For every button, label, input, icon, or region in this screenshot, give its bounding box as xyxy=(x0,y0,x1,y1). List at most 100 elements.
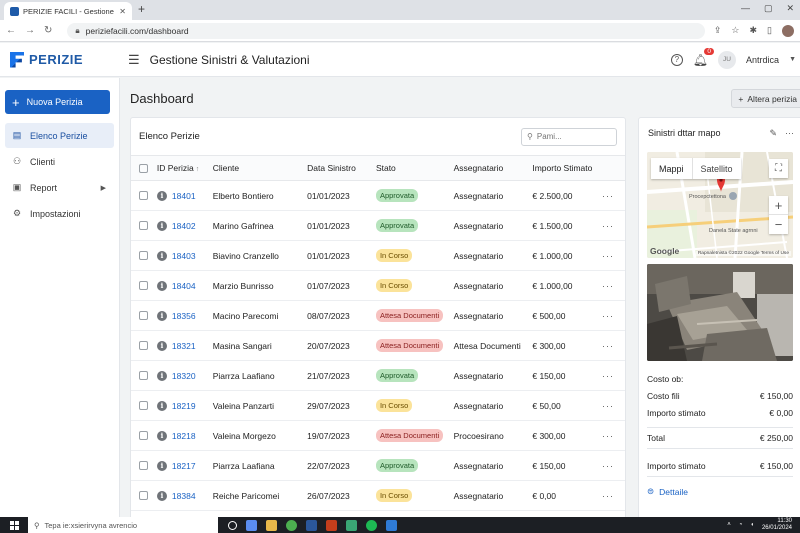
perizia-id-link[interactable]: 18217 xyxy=(172,461,196,471)
menu-icon[interactable]: ☰ xyxy=(128,52,140,68)
row-checkbox[interactable] xyxy=(139,431,148,440)
perizia-id-link[interactable]: 18403 xyxy=(172,251,196,261)
row-checkbox[interactable] xyxy=(139,371,148,380)
notifications-bell[interactable]: 🔔︎ 0 xyxy=(693,47,715,67)
row-more-icon[interactable]: ··· xyxy=(602,461,614,471)
map-tab-map[interactable]: Mappi xyxy=(651,158,692,179)
info-icon[interactable]: i xyxy=(156,280,167,291)
address-bar[interactable]: 🔒︎ periziefacili.com/dashboard xyxy=(67,22,705,39)
task-view-icon[interactable] xyxy=(246,519,257,531)
chevron-down-icon[interactable]: ▼ xyxy=(789,56,796,63)
zoom-in-button[interactable]: + xyxy=(769,196,788,215)
vscode-icon[interactable] xyxy=(386,519,397,531)
new-perizia-button[interactable]: + Nuova Perizia xyxy=(5,90,110,114)
row-checkbox[interactable] xyxy=(139,311,148,320)
profile-avatar[interactable] xyxy=(782,24,794,37)
info-icon[interactable]: i xyxy=(156,220,167,231)
task-view-icon[interactable] xyxy=(228,520,237,530)
perizia-id-link[interactable]: 18401 xyxy=(172,191,196,201)
chrome-icon[interactable] xyxy=(286,519,297,531)
close-tab-icon[interactable]: ✕ xyxy=(119,7,126,16)
user-name[interactable]: Antrdica xyxy=(746,55,779,65)
info-icon[interactable]: i xyxy=(156,490,167,501)
row-more-icon[interactable]: ··· xyxy=(602,281,614,291)
table-row[interactable]: i 18320 Piarrza Laafiano 21/07/2023 Approvat… xyxy=(131,360,625,391)
user-avatar[interactable]: JU xyxy=(718,50,737,69)
spotify-icon[interactable] xyxy=(366,519,377,531)
altera-perizia-button[interactable]: + Altera perizia xyxy=(731,89,800,108)
zoom-out-button[interactable]: − xyxy=(769,215,788,234)
row-more-icon[interactable]: ··· xyxy=(602,491,614,501)
search-input[interactable] xyxy=(536,132,607,141)
map-widget[interactable]: Procepctettona Danela State agrnni Mappi… xyxy=(647,152,793,258)
info-icon[interactable]: i xyxy=(156,310,167,321)
info-icon[interactable]: i xyxy=(156,340,167,351)
perizia-id-link[interactable]: 18402 xyxy=(172,221,196,231)
taskbar-search[interactable]: ⚲ Tepa ie:xsierirvyna avrencio xyxy=(28,517,218,533)
row-more-icon[interactable]: ··· xyxy=(602,311,614,321)
perizia-id-link[interactable]: 18321 xyxy=(172,341,196,351)
clock[interactable]: 11:30 26/01/2024 xyxy=(762,518,792,531)
row-more-icon[interactable]: ··· xyxy=(602,221,614,231)
sidebar-item-elenco-perizie[interactable]: ▤ Elenco Perizie xyxy=(5,123,114,148)
sidebar-item-clienti[interactable]: ⚇ Clienti xyxy=(5,149,114,174)
column-header-importo[interactable]: Importo Stimato xyxy=(532,155,603,181)
sidebar-item-report[interactable]: ▣ Report ▶ xyxy=(5,175,114,200)
column-header-stato[interactable]: Stato xyxy=(375,155,454,181)
perizia-id-link[interactable]: 18218 xyxy=(172,431,196,441)
row-checkbox[interactable] xyxy=(139,491,148,500)
row-checkbox[interactable] xyxy=(139,221,148,230)
perizia-id-link[interactable]: 18356 xyxy=(172,311,196,321)
damage-photo[interactable] xyxy=(647,264,793,361)
minimize-icon[interactable]: — xyxy=(741,3,750,14)
back-icon[interactable]: ← xyxy=(6,25,16,36)
row-more-icon[interactable]: ··· xyxy=(602,251,614,261)
perizia-id-link[interactable]: 18384 xyxy=(172,491,196,501)
windows-start-icon[interactable] xyxy=(0,520,28,530)
table-row[interactable]: i 18404 Marzio Bunrisso 01/07/2023 In Corso A… xyxy=(131,270,625,301)
row-checkbox[interactable] xyxy=(139,191,148,200)
map-tab-satellite[interactable]: Satellito xyxy=(691,158,741,179)
info-icon[interactable]: i xyxy=(156,250,167,261)
table-row[interactable]: i 18217 Piarrza Laafiana 22/07/2023 Approvat… xyxy=(131,450,625,481)
table-row[interactable]: i 18356 Macino Parecomi 08/07/2023 Attesa Do… xyxy=(131,300,625,331)
volume-icon[interactable]: ◖ xyxy=(750,522,754,528)
row-more-icon[interactable]: ··· xyxy=(602,341,614,351)
row-more-icon[interactable]: ··· xyxy=(602,191,614,201)
more-icon[interactable]: ··· xyxy=(785,128,794,139)
row-checkbox[interactable] xyxy=(139,461,148,470)
table-row[interactable]: i 18219 Valeina Panzarti 29/07/2023 In Corso… xyxy=(131,390,625,421)
browser-tab[interactable]: PERIZIE FACILI - Gestione Sinistr ✕ xyxy=(4,2,132,20)
wifi-icon[interactable]: ◔ xyxy=(739,522,743,528)
search-box[interactable]: ⚲ xyxy=(521,127,617,146)
table-row[interactable]: i 18403 Biavino Cranzello 01/01/2023 In Cors… xyxy=(131,240,625,271)
info-icon[interactable]: i xyxy=(156,460,167,471)
select-all-checkbox[interactable] xyxy=(139,163,148,173)
edit-icon[interactable]: ✎ xyxy=(769,128,777,139)
close-window-icon[interactable]: ✕ xyxy=(786,3,794,14)
column-header-id[interactable]: ID Perizia ↑ xyxy=(156,155,213,181)
info-icon[interactable]: i xyxy=(156,190,167,201)
info-icon[interactable]: i xyxy=(156,400,167,411)
brand[interactable]: PERIZIE xyxy=(0,51,120,68)
row-checkbox[interactable] xyxy=(139,281,148,290)
row-checkbox[interactable] xyxy=(139,341,148,350)
maximize-icon[interactable]: ▢ xyxy=(764,3,773,14)
row-more-icon[interactable]: ··· xyxy=(602,431,614,441)
sidebar-item-impostazioni[interactable]: ⚙ Impostazioni xyxy=(5,201,114,226)
column-header-cliente[interactable]: Cliente xyxy=(212,155,308,181)
extensions-icon[interactable]: ✱ xyxy=(750,25,758,36)
file-explorer-icon[interactable] xyxy=(266,519,277,531)
column-header-data[interactable]: Data Sinistro xyxy=(307,155,376,181)
fullscreen-icon[interactable]: ⛶ xyxy=(769,159,788,178)
row-checkbox[interactable] xyxy=(139,401,148,410)
perizia-id-link[interactable]: 18320 xyxy=(172,371,196,381)
row-more-icon[interactable]: ··· xyxy=(602,371,614,381)
perizia-id-link[interactable]: 18219 xyxy=(172,401,196,411)
powerpoint-icon[interactable] xyxy=(326,519,337,531)
sort-up-icon[interactable]: ↑ xyxy=(196,166,200,173)
detail-link[interactable]: ⊜ Dettaile xyxy=(647,486,688,497)
tray-up-icon[interactable]: ˄ xyxy=(727,522,731,528)
column-header-assegnatario[interactable]: Assegnatario xyxy=(453,155,533,181)
bookmark-star-icon[interactable]: ☆ xyxy=(731,25,739,36)
